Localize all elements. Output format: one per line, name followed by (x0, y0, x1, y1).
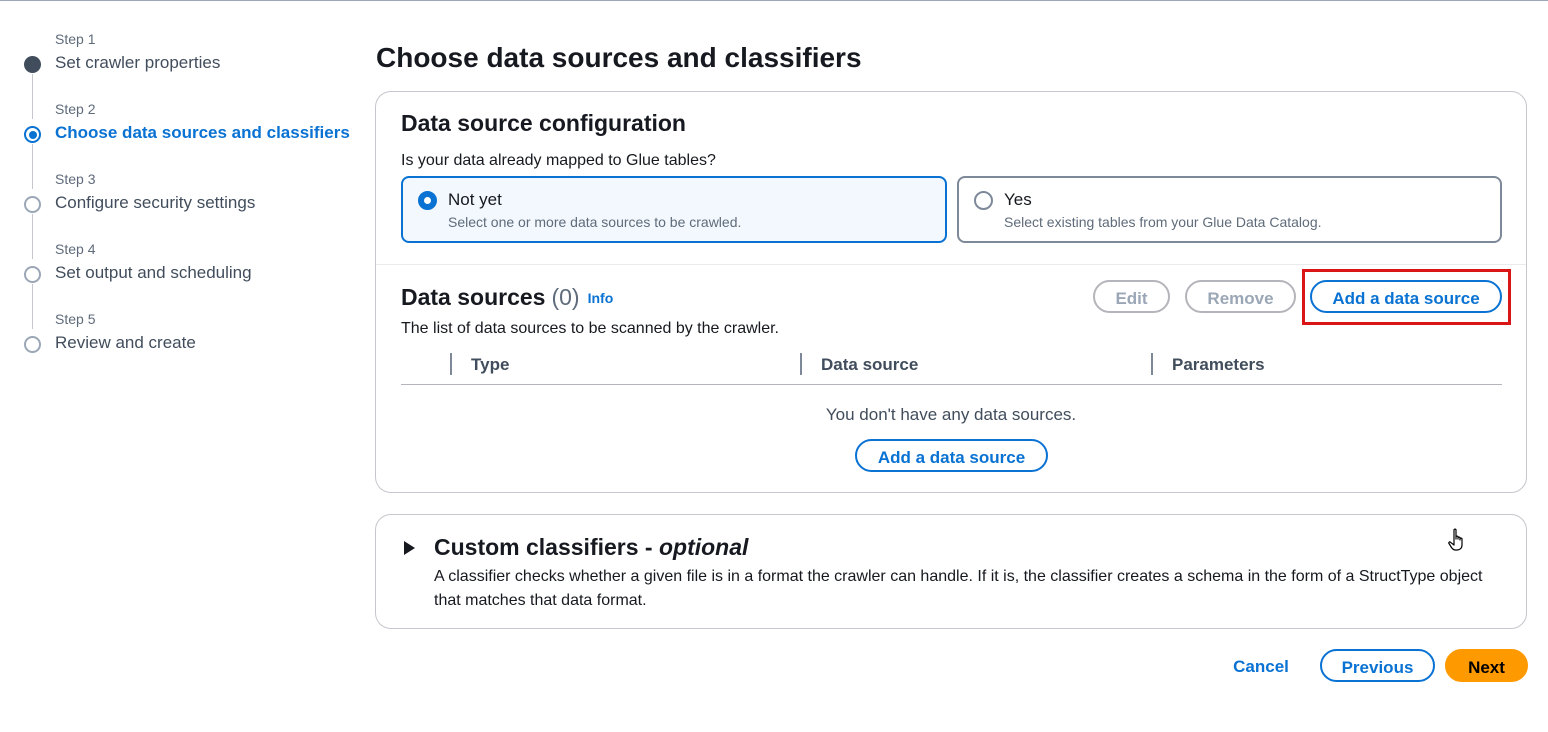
add-data-source-button[interactable]: Add a data source (1310, 280, 1502, 313)
radio-unselected-icon[interactable] (974, 191, 993, 210)
option-yes[interactable]: Yes Select existing tables from your Glu… (957, 176, 1502, 243)
step-title: Choose data sources and classifiers (55, 123, 350, 142)
classifiers-description: A classifier checks whether a given file… (434, 568, 1483, 609)
section-divider (376, 264, 1526, 265)
previous-button[interactable]: Previous (1320, 649, 1435, 682)
classifiers-title[interactable]: Custom classifiers - optional (434, 534, 748, 561)
caret-right-icon[interactable] (404, 541, 415, 555)
remove-button[interactable]: Remove (1185, 280, 1296, 313)
option-label: Yes (1004, 190, 1032, 209)
option-not-yet[interactable]: Not yet Select one or more data sources … (401, 176, 947, 243)
step-5: Step 5 Review and create (0, 310, 360, 370)
data-sources-description: The list of data sources to be scanned b… (401, 320, 779, 337)
config-title: Data source configuration (401, 110, 686, 136)
classifiers-title-text: Custom classifiers - (434, 534, 659, 560)
radio-selected-icon[interactable] (418, 191, 437, 210)
step-title: Review and create (55, 333, 196, 352)
optional-label: optional (658, 534, 749, 560)
step-current-icon (24, 126, 41, 143)
column-separator (450, 353, 452, 375)
data-source-config-panel: Data source configuration Is your data a… (375, 91, 1527, 493)
info-link[interactable]: Info (588, 290, 614, 306)
step-title[interactable]: Set crawler properties (55, 53, 220, 73)
custom-classifiers-panel[interactable]: Custom classifiers - optional A classifi… (375, 514, 1527, 629)
option-description: Select existing tables from your Glue Da… (1004, 214, 1322, 230)
step-complete-icon (24, 56, 41, 73)
step-pending-icon (24, 266, 41, 283)
data-sources-count: (0) (551, 284, 580, 310)
next-button[interactable]: Next (1445, 649, 1528, 682)
option-description: Select one or more data sources to be cr… (448, 214, 742, 230)
step-pending-icon (24, 196, 41, 213)
step-2: Step 2 Choose data sources and classifie… (0, 100, 360, 160)
page-title: Choose data sources and classifiers (376, 42, 862, 73)
step-number: Step 4 (55, 241, 96, 257)
step-title: Set output and scheduling (55, 263, 252, 282)
column-header-parameters[interactable]: Parameters (1172, 355, 1265, 375)
step-4: Step 4 Set output and scheduling (0, 240, 360, 300)
column-header-type[interactable]: Type (471, 355, 509, 375)
step-number: Step 3 (55, 171, 96, 187)
data-sources-title: Data sources (401, 284, 546, 310)
mapped-question: Is your data already mapped to Glue tabl… (401, 152, 716, 169)
step-pending-icon (24, 336, 41, 353)
hand-cursor-icon (1448, 528, 1466, 559)
step-number: Step 2 (55, 101, 96, 117)
cancel-button[interactable]: Cancel (1226, 650, 1296, 683)
empty-table-message: You don't have any data sources. (825, 405, 1077, 424)
column-header-data-source[interactable]: Data source (821, 355, 918, 375)
step-title: Configure security settings (55, 193, 256, 212)
column-separator (1151, 353, 1153, 375)
option-label: Not yet (448, 190, 502, 209)
column-separator (800, 353, 802, 375)
add-data-source-empty-button[interactable]: Add a data source (855, 439, 1048, 472)
table-header: Type Data source Parameters (401, 349, 1502, 385)
step-number: Step 1 (55, 31, 96, 47)
edit-button[interactable]: Edit (1093, 280, 1170, 313)
data-sources-header: Data sources (0) Info (401, 284, 613, 311)
wizard-steps: Step 1 Set crawler properties Step 2 Cho… (0, 0, 360, 732)
step-3: Step 3 Configure security settings (0, 170, 360, 230)
step-number: Step 5 (55, 311, 96, 327)
step-1[interactable]: Step 1 Set crawler properties (0, 30, 360, 90)
